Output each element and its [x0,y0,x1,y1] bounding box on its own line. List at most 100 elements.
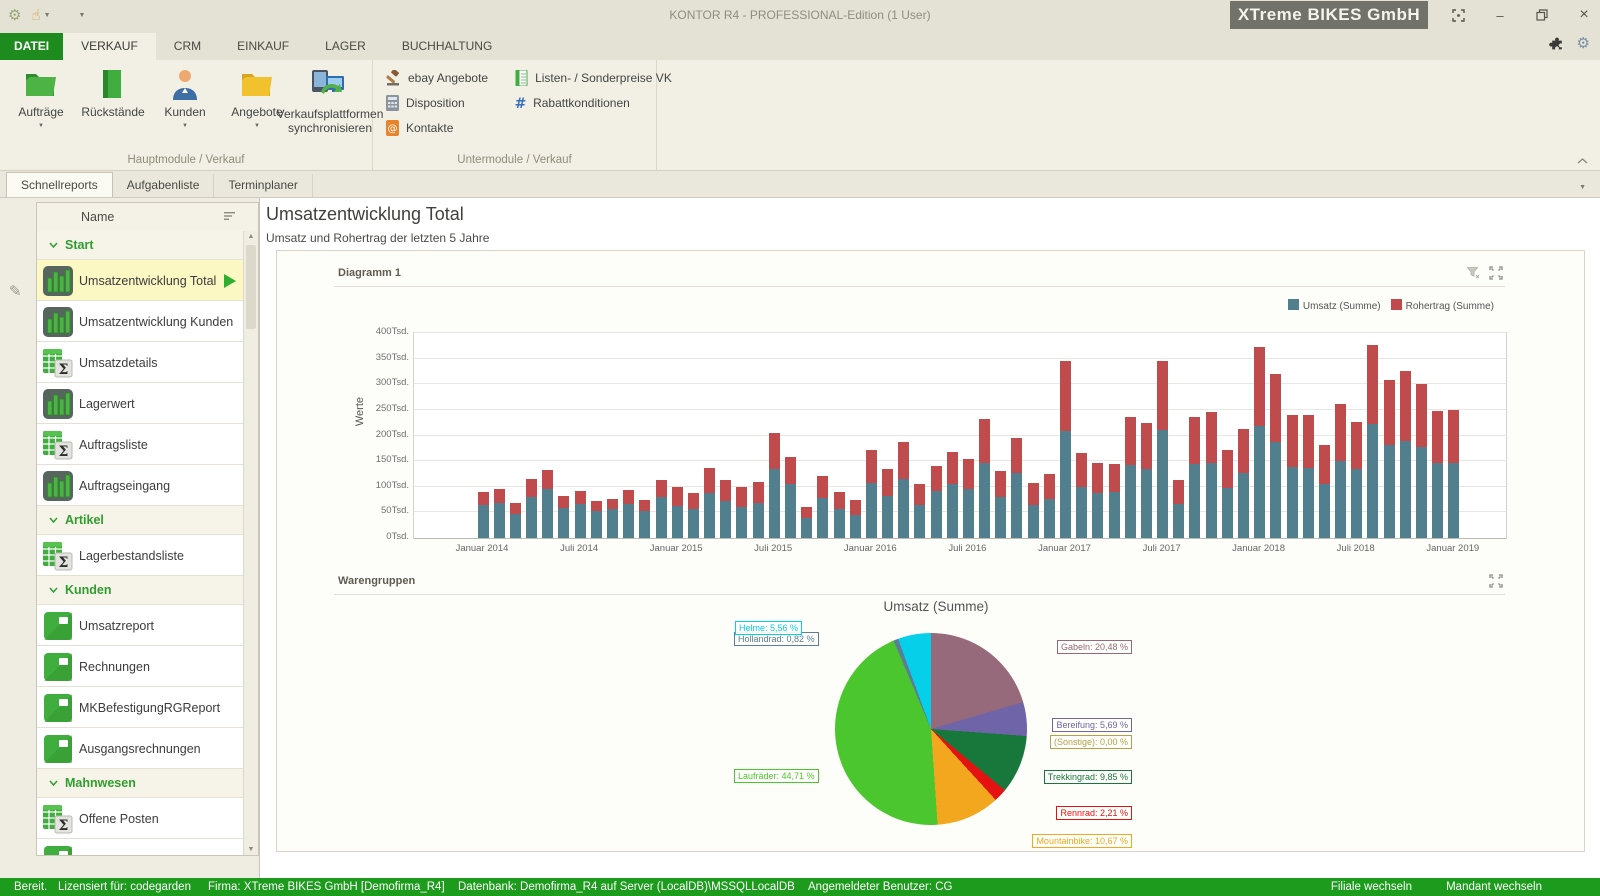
stacked-bar[interactable] [801,507,812,538]
stacked-bar[interactable] [1351,422,1362,538]
stacked-bar[interactable] [575,491,586,538]
list-item[interactable]: MKBefestigungRGReport [37,687,244,728]
stacked-bar[interactable] [1044,474,1055,538]
stacked-bar[interactable] [1189,417,1200,538]
stacked-bar[interactable] [1254,347,1265,538]
stacked-bar[interactable] [478,492,489,538]
stacked-bar[interactable] [1319,445,1330,538]
minimize-icon[interactable]: – [1492,7,1508,23]
stacked-bar[interactable] [656,480,667,538]
stacked-bar[interactable] [623,490,634,538]
run-report-icon[interactable] [224,274,236,288]
stacked-bar[interactable] [1222,450,1233,538]
sidebar-group-artikel[interactable]: Artikel [37,506,244,535]
stacked-bar[interactable] [963,459,974,538]
ribbon-button-folder-green[interactable]: Aufträge▼ [6,66,76,131]
stacked-bar[interactable] [785,457,796,538]
status-action-filiale[interactable]: Filiale wechseln [1331,878,1412,896]
stacked-bar[interactable] [1141,423,1152,538]
qat-customize-dropdown[interactable]: ▼ [79,12,86,19]
stacked-bar[interactable] [1416,384,1427,538]
stacked-bar[interactable] [1335,404,1346,538]
list-column-header[interactable]: Name [37,203,258,232]
ribbon-tab-crm[interactable]: CRM [156,33,219,60]
tab-aufgabenliste[interactable]: Aufgabenliste [113,174,215,197]
settings-gear-icon[interactable]: ⚙ [1577,36,1590,51]
sidebar-group-mahnwesen[interactable]: Mahnwesen [37,769,244,798]
restore-icon[interactable] [1534,7,1550,23]
ribbon-tab-lager[interactable]: LAGER [307,33,384,60]
stacked-bar[interactable] [607,499,618,538]
stacked-bar[interactable] [1287,415,1298,538]
stacked-bar[interactable] [1060,361,1071,538]
stacked-bar[interactable] [1125,417,1136,538]
stacked-bar[interactable] [979,419,990,538]
stacked-bar[interactable] [688,493,699,538]
list-item[interactable]: ΣAuftragsliste [37,424,244,465]
capture-icon[interactable] [1450,7,1466,23]
stacked-bar[interactable] [834,492,845,538]
tabs-dropdown-icon[interactable]: ▼ [1579,184,1586,191]
stacked-bar[interactable] [591,501,602,538]
list-item[interactable]: Umsatzreport [37,605,244,646]
scrollbar-thumb[interactable] [246,245,256,329]
stacked-bar[interactable] [1432,411,1443,538]
stacked-bar[interactable] [850,500,861,538]
stacked-bar[interactable] [898,442,909,538]
maximize-icon[interactable] [1489,266,1503,280]
scroll-up-icon[interactable]: ▲ [244,233,258,240]
sidebar-group-start[interactable]: Start [37,231,244,260]
stacked-bar[interactable] [947,452,958,538]
stacked-bar[interactable] [1448,410,1459,538]
stacked-bar[interactable] [1109,464,1120,538]
stacked-bar[interactable] [494,489,505,538]
stacked-bar[interactable] [995,471,1006,538]
stacked-bar[interactable] [817,476,828,538]
ribbon-button-price-list[interactable]: Listen- / Sonderpreise VK [514,70,672,86]
stacked-bar[interactable] [639,500,650,538]
pencil-icon[interactable]: ✎ [9,282,22,300]
list-item[interactable]: Auftragseingang [37,465,244,506]
stacked-bar[interactable] [1206,412,1217,538]
ribbon-tab-datei[interactable]: DATEI [0,33,63,60]
close-icon[interactable]: × [1576,7,1592,23]
list-item[interactable]: ΣLagerbestandsliste [37,535,244,576]
stacked-bar[interactable] [510,503,521,538]
list-item[interactable]: ΣOffene Posten [37,798,244,839]
list-item[interactable]: Umsatzentwicklung Kunden [37,301,244,342]
sidebar-group-kunden[interactable]: Kunden [37,576,244,605]
stacked-bar[interactable] [1400,371,1411,538]
stacked-bar[interactable] [1011,438,1022,538]
ribbon-button-book-green[interactable]: Rückstände [78,66,148,122]
list-item[interactable]: Umsatzentwicklung Total [37,260,244,301]
stacked-bar[interactable] [1028,483,1039,538]
stacked-bar[interactable] [526,479,537,538]
maximize-icon[interactable] [1489,574,1503,588]
ribbon-tab-buchhaltung[interactable]: BUCHHALTUNG [384,33,510,60]
stacked-bar[interactable] [558,496,569,538]
list-item[interactable]: ΣUmsatzdetails [37,342,244,383]
list-item[interactable]: Lagerwert [37,383,244,424]
sort-icon[interactable] [224,212,236,221]
stacked-bar[interactable] [931,466,942,538]
stacked-bar[interactable] [1076,453,1087,538]
list-item[interactable]: Rechnungen [37,646,244,687]
ribbon-tab-verkauf[interactable]: VERKAUF [63,33,156,60]
ribbon-button-sync-monitor[interactable]: Verkaufsplattformen synchronisieren [294,66,366,138]
ribbon-button-calculator[interactable]: Disposition [385,95,488,111]
status-action-mandant[interactable]: Mandant wechseln [1446,878,1542,896]
list-item[interactable]: Ausgangsrechnungen [37,728,244,769]
ribbon-button-contact-at[interactable]: @Kontakte [385,120,488,136]
gear-icon[interactable]: ⚙ [8,8,21,23]
stacked-bar[interactable] [914,484,925,538]
ribbon-button-person[interactable]: Kunden▼ [150,66,220,131]
stacked-bar[interactable] [542,470,553,538]
stacked-bar[interactable] [720,480,731,538]
stacked-bar[interactable] [1270,374,1281,538]
stacked-bar[interactable] [866,450,877,538]
ribbon-button-hash[interactable]: #Rabattkonditionen [514,95,672,111]
stacked-bar[interactable] [704,468,715,538]
scroll-down-icon[interactable]: ▼ [244,846,258,853]
stacked-bar[interactable] [1173,480,1184,538]
sidebar-scrollbar[interactable]: ▲ ▼ [243,231,258,855]
